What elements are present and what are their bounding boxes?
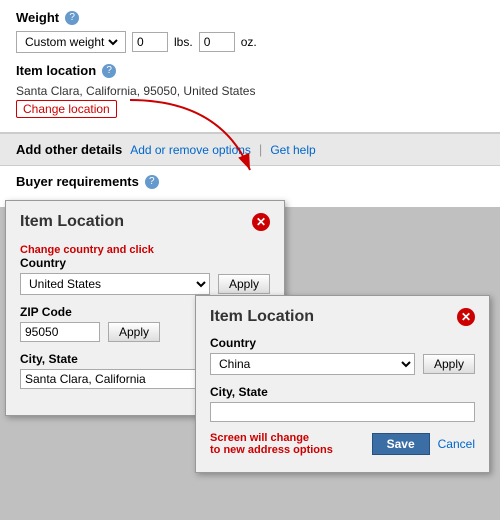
lbs-input[interactable]: [132, 32, 168, 52]
change-location-button[interactable]: Change location: [16, 100, 117, 118]
dialog1-zip-input[interactable]: [20, 322, 100, 342]
weight-select-input[interactable]: Custom weight: [21, 34, 121, 50]
dialog2-city-state-label: City, State: [210, 385, 475, 399]
add-remove-options-link[interactable]: Add or remove options: [130, 143, 251, 157]
oz-label: oz.: [241, 35, 257, 49]
dialog2-header: Item Location ✕: [210, 308, 475, 326]
buyer-req-header: Buyer requirements ?: [16, 174, 484, 189]
item-location-header: Item location ?: [16, 63, 484, 78]
dialog1-close-button[interactable]: ✕: [252, 213, 270, 231]
main-page: Weight ? Custom weight lbs. oz. Item loc…: [0, 0, 500, 133]
item-location-label: Item location: [16, 63, 96, 78]
dialog1-country-apply-button[interactable]: Apply: [218, 274, 270, 294]
weight-section-header: Weight ?: [16, 10, 484, 25]
dialog2-country-label: Country: [210, 336, 475, 350]
dialog2-country-row: China Apply: [210, 353, 475, 375]
dialog2-country-apply-button[interactable]: Apply: [423, 354, 475, 374]
add-details-section: Add other details Add or remove options …: [0, 133, 500, 166]
location-address: Santa Clara, California, 95050, United S…: [16, 84, 484, 98]
item-location-section: Item location ? Santa Clara, California,…: [16, 63, 484, 118]
buyer-req-label: Buyer requirements: [16, 174, 139, 189]
change-country-hint: Change country and click: [20, 244, 154, 256]
lbs-label: lbs.: [174, 35, 193, 49]
dialog2-cancel-button[interactable]: Cancel: [438, 437, 475, 451]
dialog1-country-select[interactable]: United States: [20, 273, 210, 295]
get-help-link[interactable]: Get help: [270, 143, 315, 157]
pipe-separator: |: [259, 142, 262, 157]
dialog2-country-select[interactable]: China: [210, 353, 415, 375]
dialog1-title: Item Location: [20, 213, 124, 231]
dialog1-zip-apply-button[interactable]: Apply: [108, 322, 160, 342]
screen-change-hint: Screen will change to new address option…: [210, 432, 364, 456]
dialog1-country-label: Country: [20, 256, 270, 270]
dialog1-country-row: United States Apply: [20, 273, 270, 295]
dialog2-save-cancel-row: Screen will change to new address option…: [210, 432, 475, 456]
location-help-icon[interactable]: ?: [102, 64, 116, 78]
dialog2-save-button[interactable]: Save: [372, 433, 430, 455]
dialog2-close-button[interactable]: ✕: [457, 308, 475, 326]
add-details-title: Add other details: [16, 142, 122, 157]
dialog2-title: Item Location: [210, 308, 314, 326]
buyer-req-help-icon[interactable]: ?: [145, 175, 159, 189]
weight-type-select[interactable]: Custom weight: [16, 31, 126, 53]
item-location-dialog-2: Item Location ✕ Country China Apply City…: [195, 295, 490, 473]
dialog1-header: Item Location ✕: [20, 213, 270, 231]
weight-label: Weight: [16, 10, 59, 25]
dialog2-city-state-input[interactable]: [210, 402, 475, 422]
weight-row: Custom weight lbs. oz.: [16, 31, 484, 53]
oz-input[interactable]: [199, 32, 235, 52]
weight-help-icon[interactable]: ?: [65, 11, 79, 25]
dialog2-city-state-section: City, State: [210, 385, 475, 422]
